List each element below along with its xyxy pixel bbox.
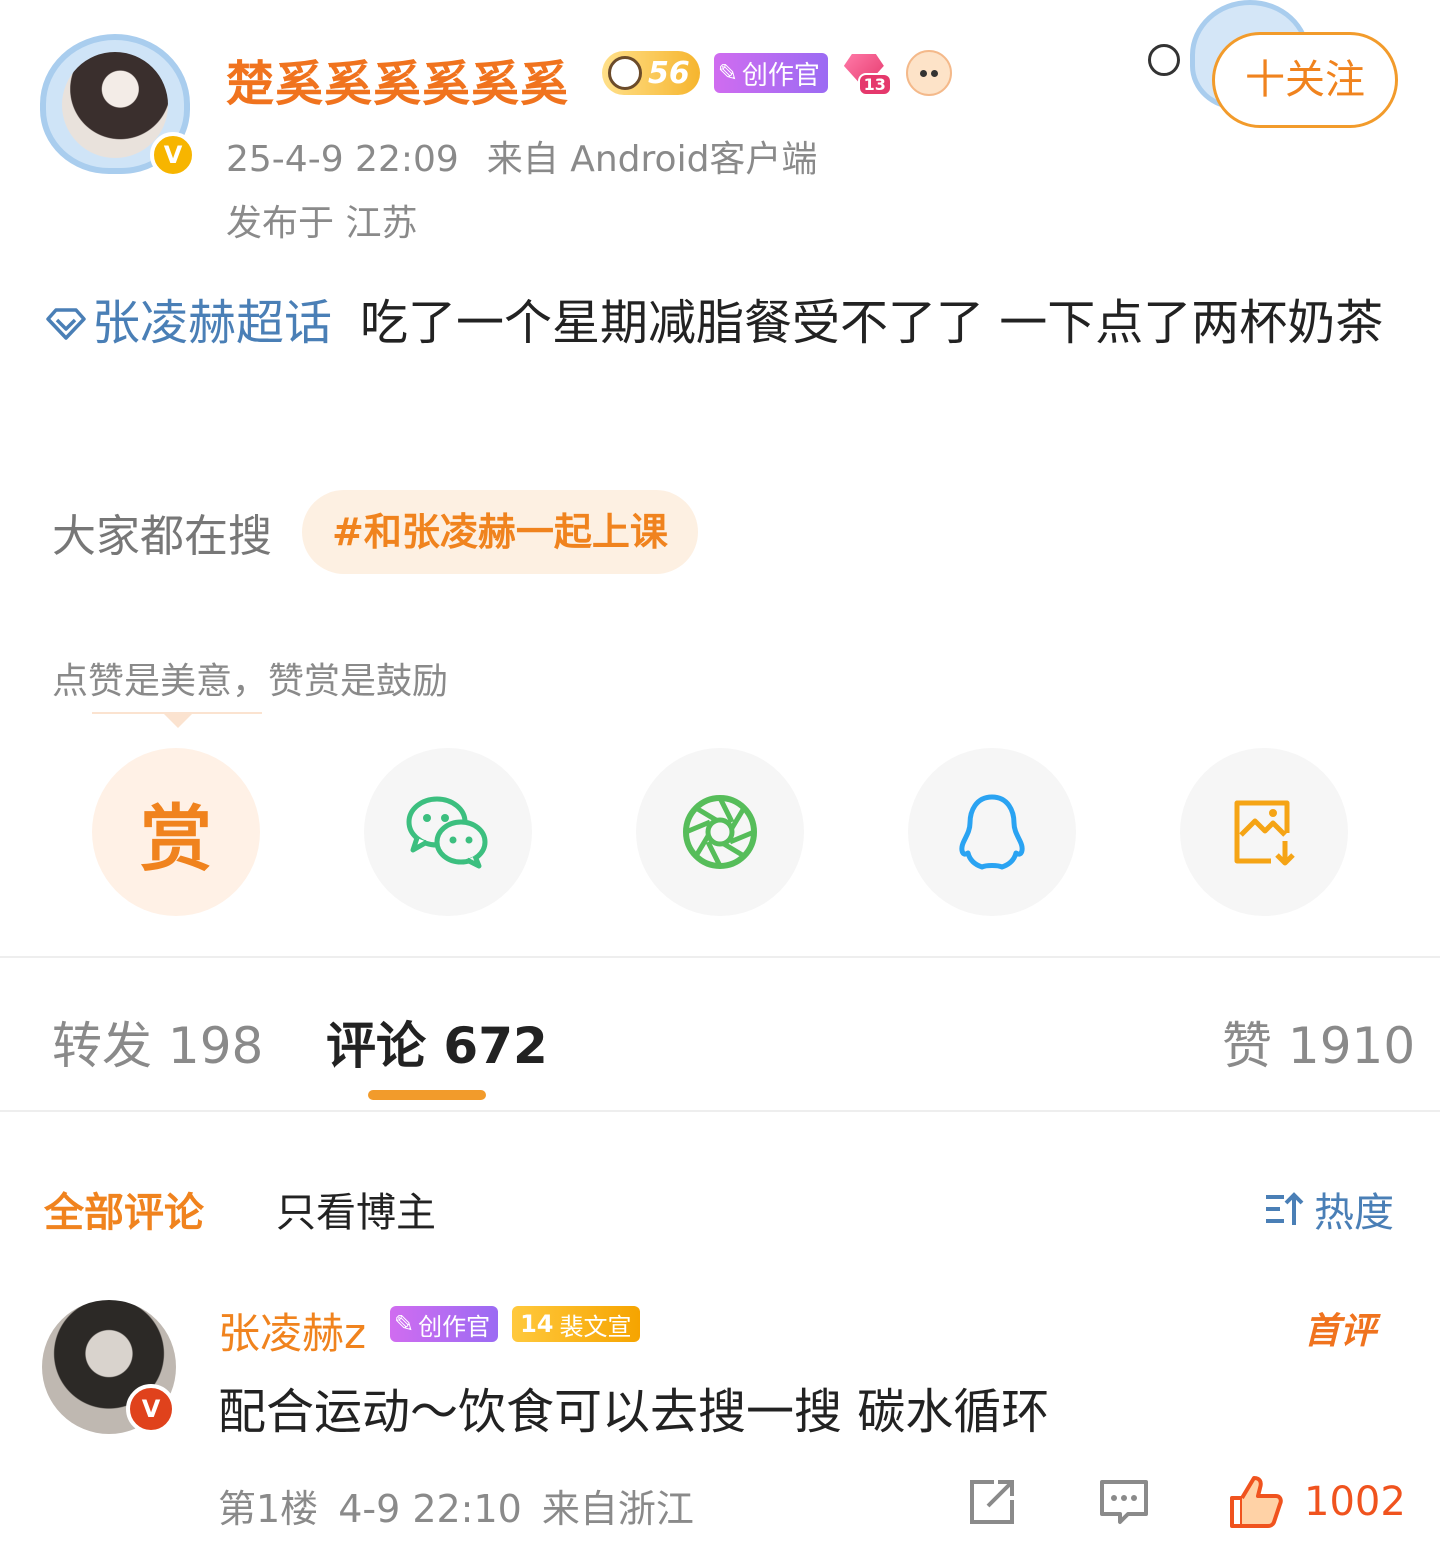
verified-red-icon: V bbox=[126, 1384, 176, 1434]
tab-comments[interactable]: 评论 672 bbox=[326, 1006, 548, 1078]
tab-likes[interactable]: 赞 1910 bbox=[1222, 1006, 1415, 1078]
gem-level: 13 bbox=[857, 73, 892, 96]
super-topic-icon bbox=[46, 308, 86, 340]
creator-icon: ✎ bbox=[717, 59, 738, 87]
reward-tip: 点赞是美意，赞赏是鼓励 bbox=[52, 661, 449, 702]
creator-badge-text: 创作官 bbox=[418, 1312, 491, 1341]
creator-badge[interactable]: ✎ 创作官 bbox=[713, 53, 828, 93]
post-content: 吃了一个星期减脂餐受不了了 一下点了两杯奶茶 bbox=[360, 295, 1384, 351]
sort-icon bbox=[1266, 1192, 1304, 1225]
author-badges: 56 ✎ 创作官 13 bbox=[602, 48, 952, 98]
repost-comment-button[interactable] bbox=[966, 1474, 1018, 1530]
post-text: 张凌赫超话 吃了一个星期减脂餐受不了了 一下点了两杯奶茶 bbox=[44, 284, 1384, 362]
share-moments-button[interactable] bbox=[636, 748, 804, 916]
share-qq-button[interactable] bbox=[908, 748, 1076, 916]
first-comment-badge: 首评 bbox=[1304, 1311, 1377, 1352]
like-count: 1002 bbox=[1304, 1479, 1406, 1525]
wechat-icon bbox=[406, 796, 488, 869]
active-tab-indicator bbox=[368, 1090, 486, 1100]
save-image-button[interactable] bbox=[1180, 748, 1348, 916]
moments-icon bbox=[683, 795, 757, 869]
sort-button[interactable]: 热度 bbox=[1262, 1180, 1394, 1238]
level-badge[interactable]: 56 bbox=[602, 51, 700, 95]
topic-link[interactable]: 张凌赫超话 bbox=[44, 295, 332, 351]
level-badge-text: 56 bbox=[648, 55, 690, 91]
comment-time: 4-9 22:10 bbox=[338, 1487, 522, 1531]
fan-level: 14 bbox=[520, 1310, 554, 1338]
creator-badge-text: 创作官 bbox=[741, 60, 820, 91]
share-icon bbox=[970, 1480, 1014, 1524]
post-time: 25-4-9 22:09 bbox=[226, 139, 459, 180]
post-location: 发布于 江苏 bbox=[226, 203, 418, 244]
commenter-badges: ✎ 创作官 14 裴文宣 bbox=[390, 1304, 640, 1344]
flower-decoration-icon bbox=[1148, 44, 1180, 76]
like-comment-button[interactable]: 1002 bbox=[1228, 1474, 1406, 1530]
creator-icon: ✎ bbox=[394, 1310, 415, 1338]
reward-icon: 赏 bbox=[139, 796, 212, 881]
save-image-icon bbox=[1234, 800, 1295, 866]
verified-icon: V bbox=[150, 132, 196, 178]
post-source: 来自 Android客户端 bbox=[486, 139, 818, 180]
comment-meta: 第1楼 4-9 22:10 来自浙江 bbox=[218, 1478, 694, 1533]
search-label: 大家都在搜 bbox=[52, 511, 272, 562]
reply-comment-button[interactable] bbox=[1098, 1474, 1150, 1530]
qq-icon bbox=[959, 794, 1025, 870]
reward-button[interactable]: 赏 bbox=[92, 748, 260, 916]
fan-badge-text: 裴文宣 bbox=[559, 1312, 632, 1341]
share-wechat-button[interactable] bbox=[364, 748, 532, 916]
search-chip[interactable]: #和张凌赫一起上课 bbox=[302, 490, 698, 574]
tip-arrow bbox=[92, 712, 262, 732]
filter-all-comments[interactable]: 全部评论 bbox=[44, 1180, 204, 1238]
author-avatar[interactable]: V bbox=[36, 30, 196, 180]
emoji-face-icon[interactable] bbox=[905, 50, 952, 96]
post-meta: 25-4-9 22:09 来自 Android客户端 bbox=[226, 130, 817, 182]
follow-button[interactable]: 十关注 bbox=[1212, 32, 1398, 128]
tabs-divider bbox=[0, 1110, 1440, 1112]
author-name[interactable]: 楚奚奚奚奚奚奚 bbox=[226, 44, 569, 114]
comment-floor: 第1楼 bbox=[218, 1487, 319, 1531]
sort-label: 热度 bbox=[1314, 1190, 1394, 1236]
section-divider bbox=[0, 956, 1440, 958]
comment-icon bbox=[1100, 1480, 1148, 1524]
topic-label: 张凌赫超话 bbox=[92, 295, 333, 351]
trending-search: 大家都在搜 #和张凌赫一起上课 bbox=[52, 490, 698, 574]
gem-badge[interactable]: 13 bbox=[842, 50, 892, 96]
avatar-image bbox=[62, 52, 168, 158]
post-detail-page: V 楚奚奚奚奚奚奚 56 ✎ 创作官 13 十关注 25-4-9 22:09 来自… bbox=[0, 0, 1440, 1561]
creator-badge[interactable]: ✎ 创作官 bbox=[390, 1306, 499, 1342]
commenter-name[interactable]: 张凌赫z bbox=[218, 1300, 366, 1361]
fan-badge[interactable]: 14 裴文宣 bbox=[512, 1306, 640, 1342]
comment-text: 配合运动～饮食可以去搜一搜 碳水循环 bbox=[218, 1384, 1050, 1440]
comment-location: 来自浙江 bbox=[541, 1487, 694, 1531]
filter-owner-only[interactable]: 只看博主 bbox=[276, 1180, 436, 1238]
thumbs-up-icon bbox=[1230, 1476, 1283, 1528]
astronaut-icon bbox=[608, 56, 642, 90]
tab-repost[interactable]: 转发 198 bbox=[52, 1006, 263, 1078]
share-row: 赏 bbox=[92, 748, 1352, 916]
